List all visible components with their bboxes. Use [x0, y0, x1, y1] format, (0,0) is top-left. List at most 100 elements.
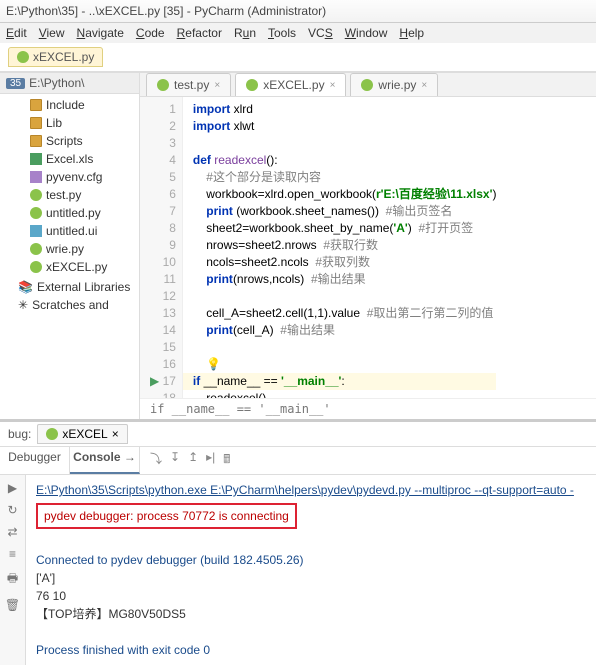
close-icon[interactable]: × — [112, 427, 119, 441]
menu-view[interactable]: View — [39, 26, 65, 40]
folder-icon — [30, 135, 42, 147]
menu-tools[interactable]: Tools — [268, 26, 296, 40]
console-line — [36, 533, 586, 551]
tree-item-label: wrie.py — [46, 242, 84, 256]
console-side-toolbar: ▶ ↻ ⇄ ≡ 🖶 🗑 — [0, 475, 26, 665]
tree-item[interactable]: Excel.xls — [0, 150, 139, 168]
console-line: pydev debugger: process 70772 is connect… — [36, 503, 297, 529]
external-libraries[interactable]: 📚 External Libraries — [0, 278, 139, 296]
tree-item[interactable]: Include — [0, 96, 139, 114]
tree-item-label: untitled.py — [46, 206, 101, 220]
tree-item-label: Include — [46, 98, 85, 112]
stop-icon[interactable]: ↻ — [7, 503, 17, 517]
console-line: 【TOP培养】MG80V50DS5 — [36, 605, 586, 623]
close-icon[interactable]: × — [214, 80, 220, 91]
debug-panel: bug: xEXCEL × Debugger Console → ⤵ ↧ ↥ ▸… — [0, 419, 596, 665]
step-into-icon[interactable]: ↧ — [170, 450, 180, 471]
editor-pane: test.py × xEXCEL.py × wrie.py × 1234567891011… — [140, 73, 596, 419]
tree-item[interactable]: xEXCEL.py — [0, 258, 139, 276]
python-file-icon — [17, 51, 29, 63]
project-number-badge: 35 — [6, 78, 25, 89]
code-editor[interactable]: 12345678910111213141516▶ 1718 import xlr… — [140, 97, 596, 398]
breadcrumb-file[interactable]: xEXCEL.py — [8, 47, 103, 67]
editor-tab-label: wrie.py — [378, 78, 416, 92]
console-line: 76 10 — [36, 587, 586, 605]
debug-run-tab[interactable]: xEXCEL × — [37, 424, 127, 444]
tree-item[interactable]: untitled.py — [0, 204, 139, 222]
code-area[interactable]: import xlrd import xlwt def readexcel():… — [183, 97, 497, 398]
project-tree: Include Lib Scripts Excel.xls pyvenv.cfg test… — [0, 94, 139, 278]
step-over-icon[interactable]: ⤵ — [150, 450, 162, 471]
tree-item[interactable]: wrie.py — [0, 240, 139, 258]
tree-item[interactable]: pyvenv.cfg — [0, 168, 139, 186]
debugger-tab[interactable]: Debugger — [0, 447, 70, 474]
python-file-icon — [246, 79, 258, 91]
step-out-icon[interactable]: ↥ — [188, 450, 198, 471]
tree-item-label: test.py — [46, 188, 81, 202]
py-icon — [30, 189, 42, 201]
tree-item-label: untitled.ui — [46, 224, 97, 238]
tree-item-label: xEXCEL.py — [46, 260, 107, 274]
debug-run-tab-label: xEXCEL — [62, 427, 107, 441]
editor-tab[interactable]: xEXCEL.py × — [235, 73, 346, 96]
tree-item-label: pyvenv.cfg — [46, 170, 102, 184]
console-line: E:\Python\35\Scripts\python.exe E:\PyCha… — [36, 481, 586, 499]
python-file-icon — [361, 79, 373, 91]
close-icon[interactable]: × — [421, 80, 427, 91]
console-line: Connected to pydev debugger (build 182.4… — [36, 551, 586, 569]
python-file-icon — [157, 79, 169, 91]
xls-icon — [30, 153, 42, 165]
tree-item-label: Lib — [46, 116, 62, 130]
tree-item-label: Excel.xls — [46, 152, 93, 166]
tree-item[interactable]: Scripts — [0, 132, 139, 150]
editor-tab-label: test.py — [174, 78, 209, 92]
project-root-label: E:\Python\ — [29, 76, 84, 90]
console-line: Process finished with exit code 0 — [36, 641, 586, 659]
window-titlebar: E:\Python\35] - ..\xEXCEL.py [35] - PyCh… — [0, 0, 596, 23]
console-line: ['A'] — [36, 569, 586, 587]
close-icon[interactable]: × — [330, 80, 336, 91]
project-sidebar: 35 E:\Python\ Include Lib Scripts Excel.xls… — [0, 73, 140, 419]
scratches[interactable]: ✳ Scratches and — [0, 296, 139, 314]
breadcrumb-file-label: xEXCEL.py — [33, 50, 94, 64]
rerun-icon[interactable]: ▶ — [8, 481, 17, 495]
run-to-cursor-icon[interactable]: ▸| — [206, 450, 215, 471]
debug-label: bug: — [8, 427, 31, 441]
tree-item-label: Scripts — [46, 134, 83, 148]
menu-help[interactable]: Help — [399, 26, 424, 40]
editor-breadcrumb: if __name__ == '__main__' — [140, 398, 596, 419]
editor-tab[interactable]: test.py × — [146, 73, 231, 96]
scratches-icon: ✳ — [18, 298, 28, 312]
console-tab[interactable]: Console → — [70, 447, 140, 474]
editor-gutter: 12345678910111213141516▶ 1718 — [140, 97, 183, 398]
menu-run[interactable]: Run — [234, 26, 256, 40]
py-icon — [30, 207, 42, 219]
menu-code[interactable]: Code — [136, 26, 165, 40]
tree-item[interactable]: Lib — [0, 114, 139, 132]
external-libraries-label: External Libraries — [37, 280, 130, 294]
folder-icon — [30, 99, 42, 111]
menu-navigate[interactable]: Navigate — [77, 26, 124, 40]
trash-icon[interactable]: 🗑 — [5, 598, 20, 612]
py-icon — [30, 243, 42, 255]
editor-tab-label: xEXCEL.py — [263, 78, 324, 92]
filter-icon[interactable]: ≡ — [9, 547, 16, 561]
tree-item[interactable]: test.py — [0, 186, 139, 204]
print-icon[interactable]: 🖶 — [7, 569, 18, 590]
menu-refactor[interactable]: Refactor — [177, 26, 222, 40]
breadcrumb-bar: xEXCEL.py — [0, 43, 596, 72]
library-icon: 📚 — [18, 280, 33, 294]
toggle-icon[interactable]: ⇄ — [7, 525, 17, 539]
tree-item[interactable]: untitled.ui — [0, 222, 139, 240]
console-line — [36, 623, 586, 641]
console-output[interactable]: E:\Python\35\Scripts\python.exe E:\PyCha… — [26, 475, 596, 665]
scratches-label: Scratches and — [32, 298, 109, 312]
editor-tab[interactable]: wrie.py × — [350, 73, 438, 96]
menu-edit[interactable]: Edit — [6, 26, 27, 40]
menu-window[interactable]: Window — [345, 26, 388, 40]
python-file-icon — [46, 428, 58, 440]
menu-vcs[interactable]: VCS — [308, 26, 333, 40]
evaluate-icon[interactable]: 🖩 — [223, 450, 230, 471]
editor-tabs: test.py × xEXCEL.py × wrie.py × — [140, 73, 596, 97]
project-root[interactable]: 35 E:\Python\ — [0, 73, 139, 94]
